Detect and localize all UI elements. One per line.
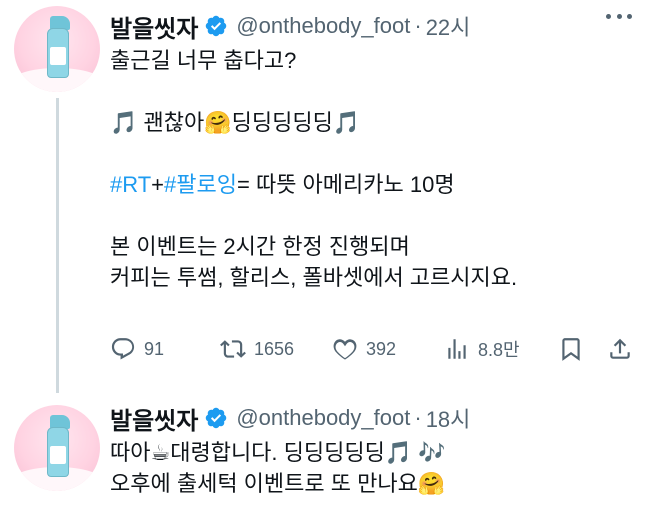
- tweet-line: 🎵 괜찮아 🤗 딩딩딩딩딩🎵: [110, 107, 640, 138]
- views-icon: [448, 339, 466, 359]
- display-name[interactable]: 발을씻자: [110, 9, 198, 44]
- tweet[interactable]: 발을씻자 @onthebody_foot · 18시 따아 ☕ 대령합니다. 딩딩…: [0, 385, 654, 522]
- heart-icon: [333, 339, 357, 360]
- avatar[interactable]: [14, 6, 100, 92]
- more-icon[interactable]: [606, 14, 632, 22]
- hashtag-link[interactable]: #RT: [110, 169, 151, 200]
- tweet-line-text: 🎵 괜찮아: [110, 110, 205, 135]
- tweet-line-text: 딩딩딩딩딩🎵: [231, 110, 361, 135]
- like-button[interactable]: 392: [332, 336, 396, 362]
- tweet-line-text: = 따뜻 아메리카노 10명: [237, 172, 455, 197]
- verified-badge-icon: [206, 15, 227, 37]
- tweet-line-text: 대령합니다. 딩딩딩딩딩: [170, 440, 385, 465]
- tweet[interactable]: 발을씻자 @onthebody_foot · 22시 출근길 너무 춥다고? 🎵…: [0, 0, 654, 393]
- tweet-line: #RT + #팔로잉 = 따뜻 아메리카노 10명: [110, 169, 640, 200]
- verified-badge-icon: [206, 407, 227, 429]
- user-handle[interactable]: @onthebody_foot: [236, 405, 410, 431]
- share-button[interactable]: [607, 336, 633, 362]
- separator-dot: ·: [414, 405, 422, 430]
- view-count: 8.8만: [478, 340, 520, 360]
- hugging-face-emoji-icon: 🤗: [204, 109, 232, 135]
- music-notes-emoji-icon: 🎵 🎶: [384, 439, 446, 465]
- tweet-line: 따아 ☕ 대령합니다. 딩딩딩딩딩 🎵 🎶: [110, 437, 640, 468]
- reply-count: 91: [144, 338, 165, 359]
- tweet-line: 본 이벤트는 2시간 한정 진행되며: [110, 234, 410, 259]
- reply-button[interactable]: 91: [110, 336, 164, 362]
- hugging-face-emoji-icon: 🤗: [417, 470, 446, 496]
- thread-line: [56, 98, 59, 393]
- bookmark-icon: [562, 338, 580, 361]
- share-icon: [610, 338, 630, 359]
- retweet-count: 1656: [254, 338, 295, 359]
- reply-icon: [111, 338, 135, 360]
- tweet-line-text: 오후에 출세턱 이벤트로 또 만나요: [110, 471, 418, 496]
- tweet-header: 발을씻자 @onthebody_foot · 18시: [110, 401, 471, 436]
- tweet-line-text: +: [151, 172, 165, 197]
- tweet-line-text: 따아: [110, 440, 151, 465]
- retweet-button[interactable]: 1656: [220, 336, 294, 362]
- user-handle[interactable]: @onthebody_foot: [236, 13, 410, 39]
- tweet-line: 커피는 투썸, 할리스, 폴바셋에서 고르시지요.: [110, 265, 518, 290]
- tweet-line: 출근길 너무 춥다고?: [110, 48, 297, 73]
- tweet-actions: 91 1656 392 8.8만: [110, 334, 640, 364]
- display-name[interactable]: 발을씻자: [110, 401, 198, 436]
- tweet-line: 오후에 출세턱 이벤트로 또 만나요 🤗: [110, 468, 640, 499]
- retweet-icon: [220, 340, 246, 358]
- tweet-text: 출근길 너무 춥다고? 🎵 괜찮아 🤗 딩딩딩딩딩🎵 #RT + #팔로잉 = 따…: [110, 45, 640, 293]
- hashtag-link[interactable]: #팔로잉: [164, 169, 237, 200]
- bookmark-button[interactable]: [558, 336, 584, 362]
- coffee-emoji-icon: ☕: [150, 439, 171, 465]
- views-button[interactable]: 8.8만: [444, 336, 520, 362]
- separator-dot: ·: [414, 13, 422, 38]
- like-count: 392: [366, 338, 397, 359]
- avatar[interactable]: [14, 405, 100, 491]
- timestamp[interactable]: 22시: [426, 10, 471, 42]
- tweet-header: 발을씻자 @onthebody_foot · 22시: [110, 9, 471, 44]
- timestamp[interactable]: 18시: [426, 402, 471, 434]
- tweet-text: 따아 ☕ 대령합니다. 딩딩딩딩딩 🎵 🎶 오후에 출세턱 이벤트로 또 만나요 🤗: [110, 437, 640, 499]
